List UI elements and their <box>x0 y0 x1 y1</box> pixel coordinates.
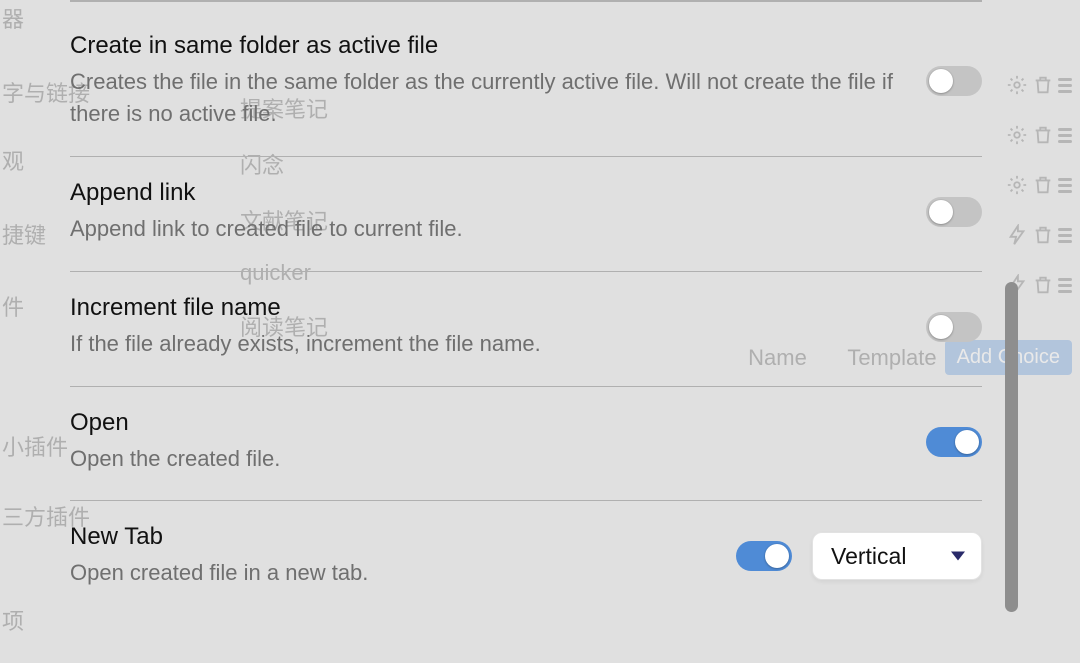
row-actions <box>986 60 1072 110</box>
setting-desc: If the file already exists, increment th… <box>70 328 902 360</box>
setting-title: Increment file name <box>70 294 902 322</box>
setting-desc: Open created file in a new tab. <box>70 557 712 589</box>
toggle-open[interactable] <box>926 427 982 457</box>
setting-increment-name: Increment file name If the file already … <box>70 272 982 387</box>
new-tab-direction-select[interactable]: Vertical <box>812 532 982 580</box>
setting-desc: Open the created file. <box>70 443 902 475</box>
toggle-create-same-folder[interactable] <box>926 66 982 96</box>
setting-title: New Tab <box>70 523 712 551</box>
setting-title: Open <box>70 409 902 437</box>
setting-title: Append link <box>70 179 902 207</box>
drag-handle-icon <box>1058 78 1072 93</box>
settings-panel: Create in same folder as active file Cre… <box>70 0 982 663</box>
setting-desc: Append link to created file to current f… <box>70 213 902 245</box>
gear-icon <box>1006 74 1028 96</box>
toggle-new-tab[interactable] <box>736 541 792 571</box>
setting-title: Create in same folder as active file <box>70 32 902 60</box>
select-value: Vertical <box>831 543 906 570</box>
chevron-down-icon <box>951 552 965 561</box>
setting-new-tab: New Tab Open created file in a new tab. … <box>70 501 982 615</box>
scrollbar[interactable] <box>1005 282 1018 612</box>
setting-create-same-folder: Create in same folder as active file Cre… <box>70 2 982 157</box>
trash-icon <box>1032 74 1054 96</box>
scrollbar-thumb[interactable] <box>1005 282 1018 612</box>
setting-desc: Creates the file in the same folder as t… <box>70 66 902 130</box>
toggle-append-link[interactable] <box>926 197 982 227</box>
bolt-icon <box>1006 224 1028 246</box>
toggle-increment-name[interactable] <box>926 312 982 342</box>
setting-append-link: Append link Append link to created file … <box>70 157 982 272</box>
setting-open: Open Open the created file. <box>70 387 982 502</box>
